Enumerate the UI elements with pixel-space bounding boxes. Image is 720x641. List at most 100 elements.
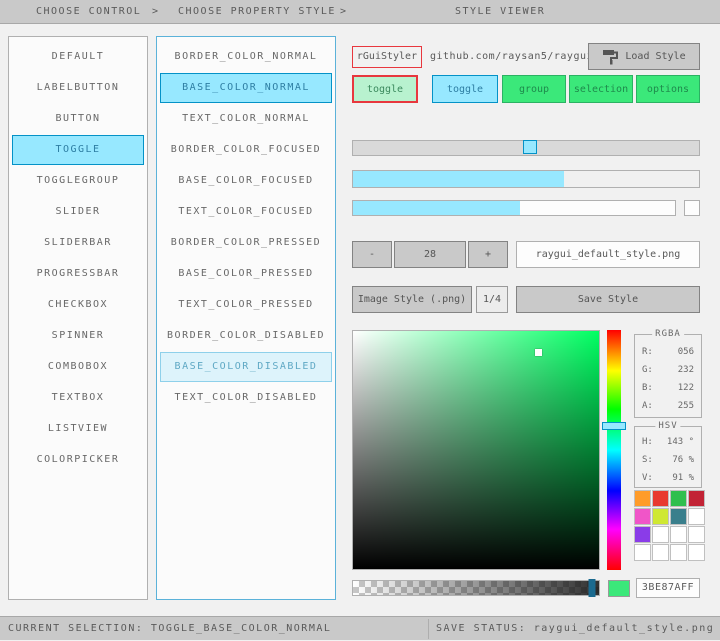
page-indicator: 1/4 xyxy=(476,286,508,313)
control-item-listview[interactable]: LISTVIEW xyxy=(12,414,144,444)
control-item-checkbox[interactable]: CHECKBOX xyxy=(12,290,144,320)
control-item-button[interactable]: BUTTON xyxy=(12,104,144,134)
rgba-r-label: R: xyxy=(642,347,653,357)
property-item-base_color_focused[interactable]: BASE_COLOR_FOCUSED xyxy=(160,166,332,196)
color-swatch-6[interactable] xyxy=(670,508,687,525)
status-bar: CURRENT SELECTION: TOGGLE_BASE_COLOR_NOR… xyxy=(0,616,720,640)
property-item-text_color_normal[interactable]: TEXT_COLOR_NORMAL xyxy=(160,104,332,134)
slider-bar[interactable] xyxy=(352,170,700,188)
control-item-labelbutton[interactable]: LABELBUTTON xyxy=(12,73,144,103)
rgba-r-row: R: 056 xyxy=(635,343,701,361)
rgba-b-value: 122 xyxy=(678,383,694,393)
color-swatch-15[interactable] xyxy=(688,544,705,561)
hsv-v-label: V: xyxy=(642,473,653,483)
property-item-border_color_disabled[interactable]: BORDER_COLOR_DISABLED xyxy=(160,321,332,351)
color-swatch-0[interactable] xyxy=(634,490,651,507)
controls-list: DEFAULTLABELBUTTONBUTTONTOGGLETOGGLEGROU… xyxy=(9,37,147,475)
color-swatch-13[interactable] xyxy=(652,544,669,561)
toggle-active-editing[interactable]: toggle xyxy=(352,75,418,103)
control-item-default[interactable]: DEFAULT xyxy=(12,42,144,72)
property-item-text_color_pressed[interactable]: TEXT_COLOR_PRESSED xyxy=(160,290,332,320)
spinner-plus-button[interactable]: + xyxy=(468,241,508,268)
header-style-viewer: STYLE VIEWER xyxy=(455,0,545,24)
hue-handle[interactable] xyxy=(602,422,626,430)
control-item-colorpicker[interactable]: COLORPICKER xyxy=(12,445,144,475)
progressbar-fill xyxy=(353,201,520,215)
hsv-s-label: S: xyxy=(642,455,653,465)
property-item-border_color_focused[interactable]: BORDER_COLOR_FOCUSED xyxy=(160,135,332,165)
property-item-base_color_pressed[interactable]: BASE_COLOR_PRESSED xyxy=(160,259,332,289)
color-swatch-8[interactable] xyxy=(634,526,651,543)
image-style-button[interactable]: Image Style (.png) xyxy=(352,286,472,313)
control-item-progressbar[interactable]: PROGRESSBAR xyxy=(12,259,144,289)
color-swatch-10[interactable] xyxy=(670,526,687,543)
rgba-r-value: 056 xyxy=(678,347,694,357)
color-swatch-2[interactable] xyxy=(670,490,687,507)
controls-panel[interactable]: DEFAULTLABELBUTTONBUTTONTOGGLETOGGLEGROU… xyxy=(8,36,148,600)
control-item-combobox[interactable]: COMBOBOX xyxy=(12,352,144,382)
alpha-slider[interactable] xyxy=(352,580,600,596)
property-item-text_color_disabled[interactable]: TEXT_COLOR_DISABLED xyxy=(160,383,332,413)
picker-cursor[interactable] xyxy=(535,349,542,356)
color-swatch-5[interactable] xyxy=(652,508,669,525)
rgba-b-label: B: xyxy=(642,383,653,393)
color-swatch-1[interactable] xyxy=(652,490,669,507)
color-swatch-3[interactable] xyxy=(688,490,705,507)
property-item-border_color_normal[interactable]: BORDER_COLOR_NORMAL xyxy=(160,42,332,72)
toggle-group-item-group[interactable]: group xyxy=(502,75,566,103)
control-item-slider[interactable]: SLIDER xyxy=(12,197,144,227)
spinner-minus-button[interactable]: - xyxy=(352,241,392,268)
control-item-togglegroup[interactable]: TOGGLEGROUP xyxy=(12,166,144,196)
hue-bar[interactable] xyxy=(607,330,621,570)
header-choose-property-style: CHOOSE PROPERTY STYLE xyxy=(178,0,336,24)
property-item-base_color_disabled[interactable]: BASE_COLOR_DISABLED xyxy=(160,352,332,382)
rgba-a-row: A: 255 xyxy=(635,397,701,415)
slider[interactable] xyxy=(352,140,700,156)
hex-value-textbox[interactable]: 3BE87AFF xyxy=(636,578,700,598)
property-item-base_color_normal[interactable]: BASE_COLOR_NORMAL xyxy=(160,73,332,103)
color-swatch-12[interactable] xyxy=(634,544,651,561)
hsv-s-value: 76 % xyxy=(672,455,694,465)
properties-panel[interactable]: BORDER_COLOR_NORMALBASE_COLOR_NORMALTEXT… xyxy=(156,36,336,600)
color-swatch-9[interactable] xyxy=(652,526,669,543)
spinner-value[interactable]: 28 xyxy=(394,241,466,268)
current-selection-status: CURRENT SELECTION: TOGGLE_BASE_COLOR_NOR… xyxy=(8,617,331,641)
hsv-title: HSV xyxy=(655,421,680,431)
rgba-g-value: 232 xyxy=(678,365,694,375)
color-swatch-11[interactable] xyxy=(688,526,705,543)
filename-textbox[interactable]: raygui_default_style.png xyxy=(516,241,700,268)
load-style-button[interactable]: Load Style xyxy=(588,43,700,70)
control-item-sliderbar[interactable]: SLIDERBAR xyxy=(12,228,144,258)
progress-bar xyxy=(352,200,676,216)
color-swatch-14[interactable] xyxy=(670,544,687,561)
control-item-toggle[interactable]: TOGGLE xyxy=(12,135,144,165)
hsv-v-row: V: 91 % xyxy=(635,469,701,487)
property-item-text_color_focused[interactable]: TEXT_COLOR_FOCUSED xyxy=(160,197,332,227)
chevron-right-icon-2: > xyxy=(340,0,348,24)
hsv-h-row: H: 143 ° xyxy=(635,433,701,451)
alpha-handle[interactable] xyxy=(588,579,595,597)
slider-handle[interactable] xyxy=(523,140,537,154)
toggle-group-item-options[interactable]: options xyxy=(636,75,700,103)
checkbox[interactable] xyxy=(684,200,700,216)
swatch-grid xyxy=(634,490,705,561)
toggle-group-item-selection[interactable]: selection xyxy=(569,75,633,103)
color-swatch-4[interactable] xyxy=(634,508,651,525)
rgba-g-label: G: xyxy=(642,365,653,375)
control-item-spinner[interactable]: SPINNER xyxy=(12,321,144,351)
control-item-textbox[interactable]: TEXTBOX xyxy=(12,383,144,413)
save-status: SAVE STATUS: raygui_default_style.png xyxy=(436,617,714,641)
status-divider xyxy=(428,619,429,639)
color-picker-panel[interactable] xyxy=(352,330,600,570)
save-style-button[interactable]: Save Style xyxy=(516,286,700,313)
color-preview xyxy=(608,580,630,597)
hsv-s-row: S: 76 % xyxy=(635,451,701,469)
repo-link[interactable]: github.com/raysan5/raygui xyxy=(430,46,593,68)
property-item-border_color_pressed[interactable]: BORDER_COLOR_PRESSED xyxy=(160,228,332,258)
toggle-pressed[interactable]: toggle xyxy=(432,75,498,103)
chevron-right-icon: > xyxy=(152,0,160,24)
hsv-group: HSV H: 143 ° S: 76 % V: 91 % xyxy=(634,426,702,488)
rgba-b-row: B: 122 xyxy=(635,379,701,397)
header-bar: CHOOSE CONTROL > CHOOSE PROPERTY STYLE >… xyxy=(0,0,720,24)
color-swatch-7[interactable] xyxy=(688,508,705,525)
